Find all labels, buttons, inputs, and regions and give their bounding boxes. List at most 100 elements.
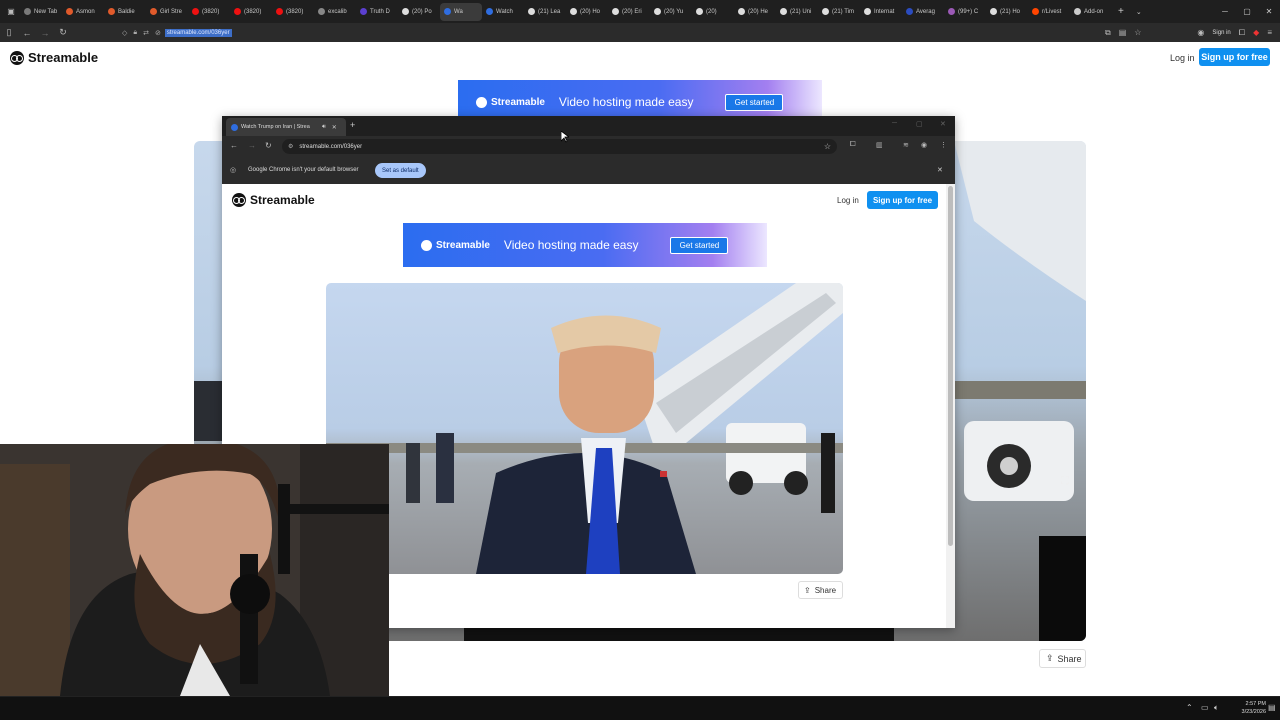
inner-profile-icon[interactable]: ◉ [921, 141, 927, 149]
outer-tab-label: (21) Lea [538, 8, 561, 15]
inner-streamable-logo[interactable]: Streamable [232, 193, 315, 207]
inner-bookmark-star-icon[interactable]: ☆ [824, 142, 831, 151]
outer-tab[interactable]: Asmon [62, 3, 104, 21]
tab-search-icon[interactable]: ⌄ [1136, 8, 1142, 16]
inner-close-button[interactable]: ✕ [940, 120, 946, 128]
lock-icon[interactable]: 🔒︎ [133, 29, 137, 37]
outer-tab[interactable]: (20) He [734, 3, 776, 21]
chrome-logo-icon: ◎ [230, 167, 237, 174]
outer-tab[interactable]: Truth D [356, 3, 398, 21]
inner-share-button[interactable]: ⇪ Share [798, 581, 843, 599]
outer-url-field[interactable]: streamable.com/036yer [164, 28, 232, 37]
forward-button[interactable]: → [36, 28, 54, 38]
outer-tab[interactable]: (3820) [272, 3, 314, 21]
inner-video-player[interactable] [326, 283, 843, 574]
tray-chevron-icon[interactable]: ⌃ [1186, 703, 1193, 712]
close-window-button[interactable]: ✕ [1258, 7, 1280, 16]
outer-tab[interactable]: (21) Uni [776, 3, 818, 21]
outer-tab[interactable]: (3820) [188, 3, 230, 21]
inner-maximize-button[interactable]: ▢ [916, 120, 923, 128]
banner-get-started-button[interactable]: Get started [725, 93, 784, 111]
sidebar-toggle-icon[interactable]: ▯ [0, 27, 18, 38]
outer-tab[interactable]: (3820) [230, 3, 272, 21]
inner-extensions-icon[interactable]: ⧠ [850, 141, 856, 149]
inner-media-icon[interactable]: ≋ [903, 141, 909, 149]
outer-brand-name: Streamable [28, 50, 99, 65]
outer-tab[interactable]: (20) Yu [650, 3, 692, 21]
outer-tab[interactable]: (21) Lea [524, 3, 566, 21]
outer-tab[interactable]: (21) Tim [818, 3, 860, 21]
outer-fullscreen-icon[interactable]: ⛶ [1061, 475, 1069, 488]
account-icon[interactable]: ◉ [1197, 28, 1204, 37]
tracking-icon[interactable]: ⊘ [155, 29, 161, 37]
inner-tab-close-icon[interactable]: ✕ [332, 124, 337, 131]
outer-tab[interactable]: excalib [314, 3, 356, 21]
site-info-icon[interactable]: ⚙ [288, 143, 293, 150]
bookmark-star-icon[interactable]: ☆ [1134, 28, 1141, 37]
screenshot-icon[interactable]: ⧉ [1105, 28, 1111, 38]
outer-tab-label: Baldie [118, 8, 135, 15]
shield-icon[interactable]: ◇ [122, 29, 127, 37]
tab-favicon-icon [24, 8, 31, 15]
outer-tab[interactable]: (99+) C [944, 3, 986, 21]
outer-tab[interactable]: New Tab [20, 3, 62, 21]
outer-tab[interactable]: r/Livest [1028, 3, 1070, 21]
tab-actions-icon[interactable]: ▣ [2, 7, 20, 16]
inner-address-bar[interactable]: ⚙ streamable.com/036yer ☆ [282, 139, 837, 154]
reader-view-icon[interactable]: ▤ [1119, 28, 1127, 37]
volume-icon[interactable]: 🔈︎ [1214, 703, 1219, 713]
inner-active-tab[interactable]: Watch Trump on Iran | Strea 🔊︎ ✕ [226, 118, 346, 136]
inner-sidepanel-icon[interactable]: ▥ [876, 141, 883, 149]
outer-tab[interactable]: Averag [902, 3, 944, 21]
infobar-close-icon[interactable]: ✕ [937, 166, 943, 174]
inner-promo-banner[interactable]: Streamable Video hosting made easy Get s… [403, 223, 767, 267]
inner-back-button[interactable]: ← [230, 141, 238, 150]
sign-in-link[interactable]: Sign in [1212, 30, 1230, 36]
reload-button[interactable]: ↻ [54, 27, 72, 38]
outer-tab[interactable]: Baldie [104, 3, 146, 21]
outer-tab[interactable]: (21) Ho [986, 3, 1028, 21]
outer-tab[interactable]: Internat [860, 3, 902, 21]
outer-tab-label: Asmon [76, 8, 95, 15]
inner-login-link[interactable]: Log in [837, 196, 859, 205]
new-tab-button[interactable]: + [1118, 6, 1124, 17]
tab-audio-icon[interactable]: 🔊︎ [322, 124, 326, 131]
inner-forward-button[interactable]: → [248, 141, 256, 150]
site-settings-icon[interactable]: ⇄ [143, 29, 149, 37]
outer-tab[interactable]: (20) Eri [608, 3, 650, 21]
mouse-cursor-icon [561, 131, 569, 143]
tab-favicon-icon [822, 8, 829, 15]
inner-banner-get-started-button[interactable]: Get started [670, 236, 729, 254]
outer-tab[interactable]: Add-on [1070, 3, 1112, 21]
outer-tab[interactable]: (20) [692, 3, 734, 21]
minimize-button[interactable]: ─ [1214, 7, 1236, 16]
outer-login-link[interactable]: Log in [1170, 53, 1195, 63]
webcam-feed [0, 444, 389, 696]
taskbar-time: 2:57 PM [1245, 701, 1266, 707]
extensions-icon[interactable]: ⧠ [1239, 28, 1245, 38]
set-as-default-button[interactable]: Set as default [375, 163, 426, 178]
inner-scrollbar[interactable] [946, 184, 955, 628]
outer-tab[interactable]: Girl Stre [146, 3, 188, 21]
inner-new-tab-button[interactable]: + [350, 120, 355, 130]
notification-badge-icon[interactable]: ◆ [1253, 28, 1259, 37]
outer-share-button[interactable]: ⇪ Share [1039, 649, 1086, 668]
inner-toolbar: ← → ↻ ⚙ streamable.com/036yer ☆ ⧠ ▥ ≋ ◉ … [222, 136, 955, 157]
inner-menu-icon[interactable]: ⋮ [940, 141, 947, 149]
maximize-button[interactable]: ▢ [1236, 7, 1258, 16]
outer-signup-button[interactable]: Sign up for free [1199, 48, 1270, 66]
taskbar-clock[interactable]: 2:57 PM 3/23/2026 [1232, 700, 1266, 716]
inner-signup-button[interactable]: Sign up for free [867, 191, 938, 209]
menu-icon[interactable]: ≡ [1267, 28, 1272, 37]
outer-streamable-logo[interactable]: Streamable [10, 50, 98, 65]
outer-tab[interactable]: Watch [482, 3, 524, 21]
outer-tab[interactable]: (20) Po [398, 3, 440, 21]
outer-tab[interactable]: Wa [440, 2, 482, 21]
inner-scrollbar-thumb[interactable] [948, 186, 953, 546]
outer-tab[interactable]: (20) Ho [566, 3, 608, 21]
inner-minimize-button[interactable]: ─ [892, 120, 897, 127]
notifications-icon[interactable]: ▤ [1268, 703, 1276, 712]
network-icon[interactable]: ▭ [1201, 703, 1209, 712]
inner-reload-button[interactable]: ↻ [265, 141, 272, 150]
back-button[interactable]: ← [18, 28, 36, 38]
